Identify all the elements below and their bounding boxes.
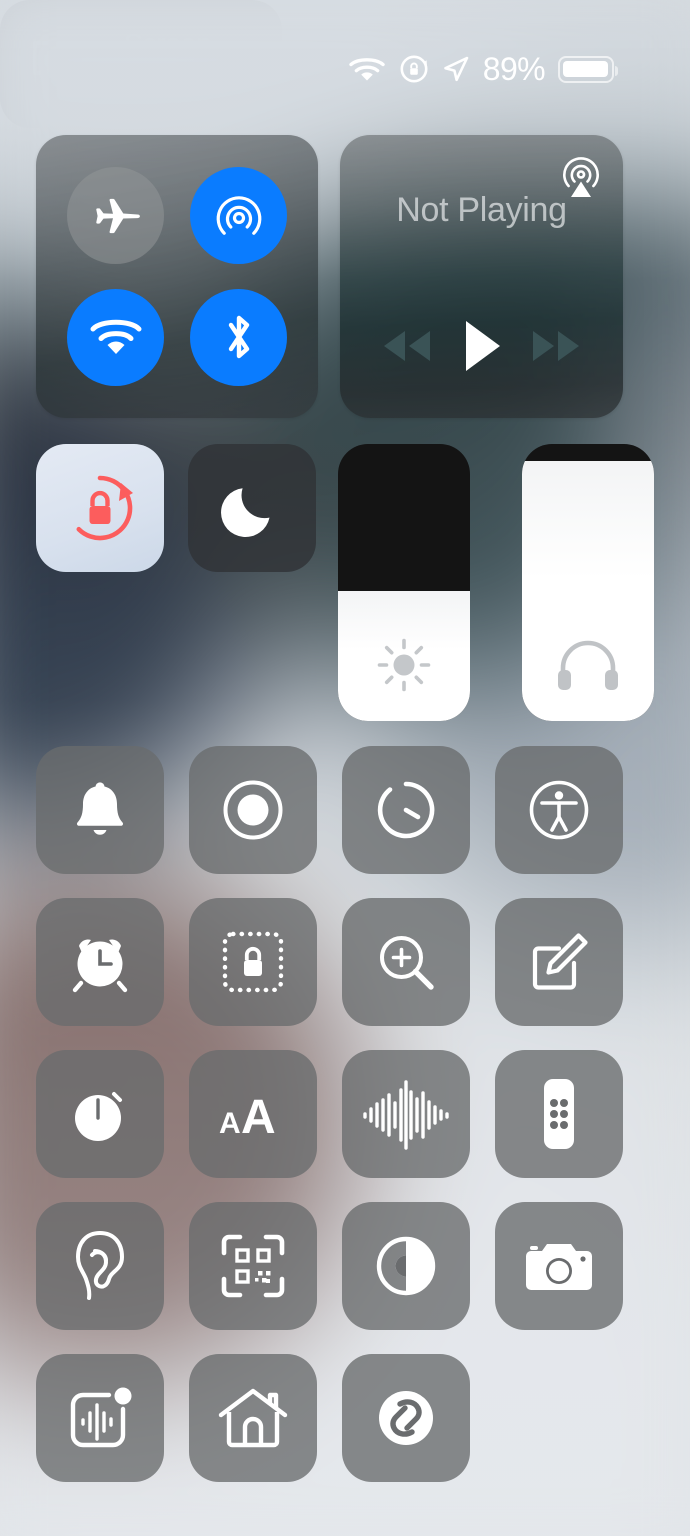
svg-text:A: A xyxy=(241,1091,276,1143)
dark-mode-tile[interactable] xyxy=(342,1202,470,1330)
camera-icon xyxy=(523,1237,595,1295)
rotation-lock-status-icon xyxy=(399,54,429,84)
forward-button[interactable] xyxy=(527,325,585,367)
home-tile[interactable] xyxy=(189,1354,317,1482)
bluetooth-icon xyxy=(219,309,259,365)
text-size-tile[interactable]: A A xyxy=(189,1050,317,1178)
notes-pencil-icon xyxy=(527,930,591,994)
qr-scanner-tile[interactable] xyxy=(189,1202,317,1330)
camera-tile[interactable] xyxy=(495,1202,623,1330)
timer-tile[interactable] xyxy=(342,746,470,874)
screen-record-tile[interactable] xyxy=(189,746,317,874)
airdrop-icon xyxy=(212,189,266,243)
waveform-icon xyxy=(362,1078,450,1150)
airplane-icon xyxy=(89,189,143,243)
battery-percentage-label: 89% xyxy=(482,51,546,87)
airplane-mode-toggle[interactable] xyxy=(67,167,164,265)
connectivity-module[interactable] xyxy=(36,135,318,418)
rewind-button[interactable] xyxy=(378,325,436,367)
accessibility-icon xyxy=(527,778,591,842)
screen-record-icon xyxy=(221,778,285,842)
battery-fill xyxy=(563,61,608,77)
hearing-tile[interactable] xyxy=(36,1202,164,1330)
location-arrow-icon xyxy=(442,55,470,83)
sound-recognition-tile[interactable] xyxy=(36,1354,164,1482)
control-center-screen: 89% Not Playing A A xyxy=(0,0,690,1536)
rotation-lock-toggle[interactable] xyxy=(36,444,164,572)
guided-access-lock-icon xyxy=(221,930,285,994)
svg-text:A: A xyxy=(219,1107,241,1140)
moon-icon xyxy=(219,475,285,541)
magnifier-tile[interactable] xyxy=(342,898,470,1026)
volume-slider[interactable] xyxy=(522,444,654,721)
media-controls xyxy=(340,318,623,374)
voice-memos-tile[interactable] xyxy=(342,1050,470,1178)
text-size-icon: A A xyxy=(217,1085,289,1143)
alarm-clock-icon xyxy=(67,929,133,995)
do-not-disturb-toggle[interactable] xyxy=(188,444,316,572)
magnifier-icon xyxy=(374,930,438,994)
play-button[interactable] xyxy=(459,318,503,374)
wifi-icon xyxy=(88,315,144,359)
status-bar: 89% xyxy=(0,46,690,92)
timer-icon xyxy=(374,778,438,842)
accessibility-tile[interactable] xyxy=(495,746,623,874)
remote-control-icon xyxy=(541,1077,577,1151)
shazam-tile[interactable] xyxy=(342,1354,470,1482)
stopwatch-tile[interactable] xyxy=(36,1050,164,1178)
brightness-icon xyxy=(338,635,470,695)
notes-tile[interactable] xyxy=(495,898,623,1026)
home-icon xyxy=(217,1385,289,1451)
alarm-tile[interactable] xyxy=(36,898,164,1026)
bell-icon xyxy=(70,779,130,841)
battery-icon xyxy=(558,55,618,83)
dark-mode-icon xyxy=(374,1234,438,1298)
sound-recognition-icon xyxy=(65,1383,135,1453)
ear-icon xyxy=(72,1230,128,1302)
media-playback-module[interactable]: Not Playing xyxy=(340,135,623,418)
media-title-label: Not Playing xyxy=(396,191,567,229)
brightness-slider[interactable] xyxy=(338,444,470,721)
control-tiles-grid: A A xyxy=(36,746,623,1482)
ringer-tile[interactable] xyxy=(36,746,164,874)
stopwatch-icon xyxy=(68,1082,132,1146)
rotation-lock-icon xyxy=(61,469,139,547)
headphones-icon xyxy=(522,639,654,695)
apple-tv-remote-tile[interactable] xyxy=(495,1050,623,1178)
qr-code-icon xyxy=(220,1233,286,1299)
bluetooth-toggle[interactable] xyxy=(190,288,287,386)
shazam-icon xyxy=(374,1386,438,1450)
guided-access-tile[interactable] xyxy=(189,898,317,1026)
wifi-icon xyxy=(348,55,386,83)
airdrop-toggle[interactable] xyxy=(190,167,287,265)
wifi-toggle[interactable] xyxy=(67,288,164,386)
